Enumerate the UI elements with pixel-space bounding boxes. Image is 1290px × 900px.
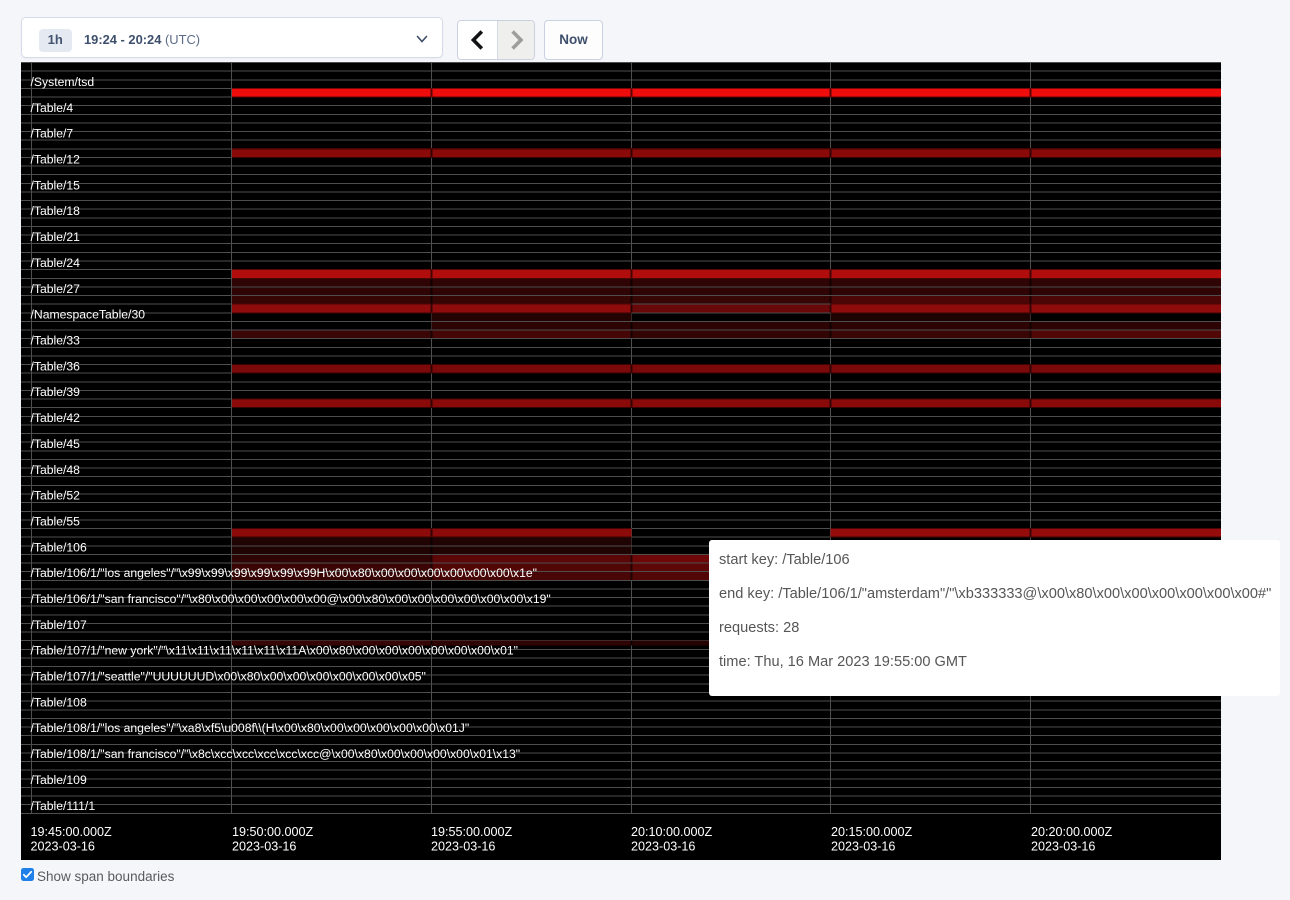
svg-text:2023-03-16: 2023-03-16 — [431, 839, 495, 853]
svg-text:/Table/107: /Table/107 — [31, 618, 87, 632]
svg-text:/Table/36: /Table/36 — [31, 359, 81, 373]
svg-text:/Table/42: /Table/42 — [31, 411, 81, 425]
svg-text:/Table/111/1: /Table/111/1 — [31, 799, 96, 813]
svg-text:/Table/21: /Table/21 — [31, 230, 81, 244]
svg-text:/Table/109: /Table/109 — [31, 773, 87, 787]
svg-text:/Table/108/1/"los angeles"/"\x: /Table/108/1/"los angeles"/"\xa8\xf5\u00… — [31, 721, 470, 735]
svg-text:/Table/4: /Table/4 — [31, 101, 74, 115]
svg-text:/Table/107/1/"seattle"/"UUUUUU: /Table/107/1/"seattle"/"UUUUUUD\x00\x80\… — [31, 670, 426, 684]
svg-text:/Table/55: /Table/55 — [31, 515, 81, 529]
svg-text:/Table/45: /Table/45 — [31, 437, 81, 451]
svg-text:2023-03-16: 2023-03-16 — [31, 839, 95, 853]
svg-text:/Table/106/1/"los angeles"/"\x: /Table/106/1/"los angeles"/"\x99\x99\x99… — [31, 566, 537, 580]
svg-text:2023-03-16: 2023-03-16 — [1031, 839, 1095, 853]
svg-text:/System/tsd: /System/tsd — [31, 75, 95, 89]
svg-text:2023-03-16: 2023-03-16 — [631, 839, 695, 853]
svg-text:19:50:00.000Z: 19:50:00.000Z — [232, 825, 314, 839]
svg-text:/Table/106: /Table/106 — [31, 540, 87, 554]
svg-text:/Table/106/1/"san francisco"/": /Table/106/1/"san francisco"/"\x80\x00\x… — [31, 592, 551, 606]
svg-text:20:20:00.000Z: 20:20:00.000Z — [1031, 825, 1113, 839]
svg-text:/Table/12: /Table/12 — [31, 153, 81, 167]
svg-text:/Table/108/1/"san francisco"/": /Table/108/1/"san francisco"/"\x8c\xcc\x… — [31, 747, 521, 761]
svg-text:19:55:00.000Z: 19:55:00.000Z — [431, 825, 513, 839]
svg-text:/Table/48: /Table/48 — [31, 463, 81, 477]
svg-text:/Table/108: /Table/108 — [31, 695, 87, 709]
svg-text:20:10:00.000Z: 20:10:00.000Z — [631, 825, 713, 839]
svg-text:/Table/7: /Table/7 — [31, 127, 74, 141]
svg-text:/Table/24: /Table/24 — [31, 256, 81, 270]
svg-text:/Table/27: /Table/27 — [31, 282, 81, 296]
svg-text:19:45:00.000Z: 19:45:00.000Z — [31, 825, 113, 839]
svg-text:2023-03-16: 2023-03-16 — [232, 839, 296, 853]
svg-text:/Table/15: /Table/15 — [31, 178, 81, 192]
svg-text:2023-03-16: 2023-03-16 — [831, 839, 895, 853]
svg-text:20:15:00.000Z: 20:15:00.000Z — [831, 825, 913, 839]
svg-text:/Table/18: /Table/18 — [31, 204, 81, 218]
svg-text:/Table/39: /Table/39 — [31, 385, 81, 399]
svg-text:/NamespaceTable/30: /NamespaceTable/30 — [31, 308, 146, 322]
svg-text:/Table/52: /Table/52 — [31, 489, 81, 503]
svg-text:/Table/107/1/"new york"/"\x11\: /Table/107/1/"new york"/"\x11\x11\x11\x1… — [31, 644, 519, 658]
svg-text:/Table/33: /Table/33 — [31, 334, 81, 348]
